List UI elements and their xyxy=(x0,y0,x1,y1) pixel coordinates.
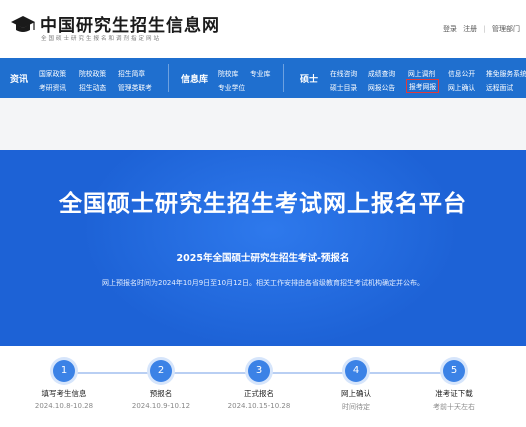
step-number: 1 xyxy=(53,360,75,382)
content-spacer xyxy=(0,98,526,150)
registration-steps: 1 填写考生信息 2024.10.8-10.28 2 预报名 2024.10.9… xyxy=(8,346,518,427)
site-header: 中国研究生招生信息网 全国硕士研究生报名和调剂指定网站 登录 注册 | 管理部门 xyxy=(0,0,526,58)
link-separator: | xyxy=(483,25,486,33)
nav-section-shuoshi[interactable]: 硕士 xyxy=(300,58,318,98)
step-item: 5 准考证下载 考前十天左右 xyxy=(409,360,499,412)
nav-section-xinxiku[interactable]: 信息库 xyxy=(181,58,208,98)
hero-glow xyxy=(80,150,460,346)
step-number: 4 xyxy=(345,360,367,382)
admin-link[interactable]: 管理部门 xyxy=(492,25,520,33)
graduation-cap-icon[interactable] xyxy=(10,14,36,36)
step-date: 时间待定 xyxy=(342,403,370,411)
step-date: 2024.10.15-10.28 xyxy=(227,402,291,410)
nav-item-major-db[interactable]: 专业库 xyxy=(250,68,270,78)
top-links: 登录 注册 | 管理部门 xyxy=(439,24,520,34)
step-item: 4 网上确认 时间待定 xyxy=(311,360,401,412)
nav-item-remote-interview[interactable]: 远程面试 xyxy=(486,82,513,92)
step-number: 2 xyxy=(150,360,172,382)
site-subtitle: 全国硕士研究生报名和调剂指定网站 xyxy=(41,36,162,42)
nav-item-exam-registration[interactable]: 报考网报 xyxy=(406,79,440,93)
nav-item-online-confirm[interactable]: 网上确认 xyxy=(448,82,475,92)
hero-banner: 全国硕士研究生招生考试网上报名平台 2025年全国硕士研究生招生考试-预报名 网… xyxy=(0,150,526,346)
nav-item-score-query[interactable]: 成绩查询 xyxy=(368,68,395,78)
nav-item-school-db[interactable]: 院校库 xyxy=(218,68,238,78)
nav-item-national-policy[interactable]: 国家政策 xyxy=(39,68,66,78)
step-name: 预报名 xyxy=(149,389,173,398)
step-name: 正式报名 xyxy=(244,389,274,398)
register-link[interactable]: 注册 xyxy=(463,25,477,33)
step-name: 填写考生信息 xyxy=(41,389,87,398)
hero-title: 全国硕士研究生招生考试网上报名平台 xyxy=(59,191,467,217)
nav-item-school-policy[interactable]: 院校政策 xyxy=(79,68,106,78)
hero-subtitle: 2025年全国硕士研究生招生考试-预报名 xyxy=(176,253,350,264)
step-item: 1 填写考生信息 2024.10.8-10.28 xyxy=(19,360,109,410)
hero-description: 网上预报名时间为2024年10月9日至10月12日。相关工作安排由各省级教育招生… xyxy=(102,279,424,287)
nav-item-mgmt-exam[interactable]: 管理类联考 xyxy=(118,82,152,92)
nav-section-zixun[interactable]: 资讯 xyxy=(10,58,28,98)
nav-item-online-adjust[interactable]: 网上调剂 xyxy=(408,68,435,78)
step-name: 网上确认 xyxy=(341,389,371,398)
nav-item-professional-degree[interactable]: 专业学位 xyxy=(218,82,245,92)
step-date: 考前十天左右 xyxy=(433,403,475,411)
nav-divider xyxy=(168,64,169,92)
step-date: 2024.10.8-10.28 xyxy=(34,402,94,410)
step-item: 3 正式报名 2024.10.15-10.28 xyxy=(214,360,304,410)
login-link[interactable]: 登录 xyxy=(443,25,457,33)
nav-divider xyxy=(283,64,284,92)
step-name: 准考证下载 xyxy=(435,389,473,398)
nav-item-master-catalog[interactable]: 硕士目录 xyxy=(330,82,357,92)
step-number: 5 xyxy=(443,360,465,382)
step-number: 3 xyxy=(248,360,270,382)
step-date: 2024.10.9-10.12 xyxy=(131,402,191,410)
nav-item-registration-notice[interactable]: 网报公告 xyxy=(368,82,395,92)
nav-item-online-consult[interactable]: 在线咨询 xyxy=(330,68,357,78)
nav-item-admission-guide[interactable]: 招生简章 xyxy=(118,68,145,78)
nav-item-recommend-system[interactable]: 推免服务系统 xyxy=(486,68,526,78)
nav-item-exam-news[interactable]: 考研资讯 xyxy=(39,82,66,92)
nav-item-admission-news[interactable]: 招生动态 xyxy=(79,82,106,92)
step-item: 2 预报名 2024.10.9-10.12 xyxy=(116,360,206,410)
nav-item-info-disclosure[interactable]: 信息公开 xyxy=(448,68,475,78)
site-title[interactable]: 中国研究生招生信息网 xyxy=(40,11,220,36)
main-nav: 资讯 国家政策 院校政策 招生简章 考研资讯 招生动态 管理类联考 信息库 院校… xyxy=(0,58,526,98)
